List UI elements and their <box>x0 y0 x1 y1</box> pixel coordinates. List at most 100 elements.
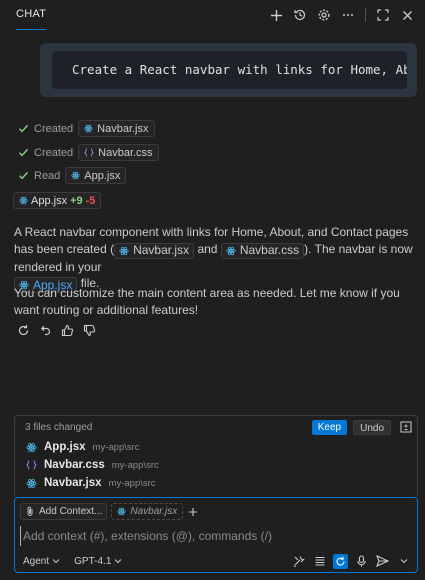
voice-input-button[interactable] <box>354 554 369 569</box>
edited-file-chip[interactable]: App.jsx +9 -5 <box>13 192 102 209</box>
react-icon <box>71 171 80 180</box>
new-chat-button[interactable] <box>266 5 286 25</box>
changed-file-row-app-jsx[interactable]: App.jsx my-app\src <box>15 438 417 456</box>
chevron-down-icon <box>400 559 407 564</box>
react-icon <box>226 246 236 255</box>
thumbs-down-button[interactable] <box>82 323 96 337</box>
close-icon <box>402 10 412 20</box>
inline-file-label: Navbar.jsx <box>133 243 190 258</box>
history-icon <box>294 9 306 21</box>
tools-button[interactable] <box>291 554 306 569</box>
tools-icon <box>293 556 305 567</box>
react-icon <box>84 124 93 133</box>
model-dropdown[interactable]: GPT-4.1 <box>74 556 122 567</box>
changed-file-row-navbar-jsx[interactable]: Navbar.jsx my-app\src <box>15 474 417 492</box>
keep-button[interactable]: Keep <box>311 419 348 435</box>
changed-file-path: my-app\src <box>92 441 140 453</box>
inline-file-chip-navbar-jsx[interactable]: Navbar.jsx <box>114 242 195 259</box>
lines-added: +9 <box>70 194 83 207</box>
paperclip-icon <box>27 506 33 516</box>
context-file-label: Navbar.jsx <box>130 506 178 517</box>
mode-dropdown[interactable]: Agent <box>23 556 60 567</box>
maximize-button[interactable] <box>373 5 393 25</box>
file-chip-navbar-css[interactable]: Navbar.css <box>78 144 159 161</box>
css-braces-icon <box>84 148 95 157</box>
log-verb: Created <box>34 146 74 159</box>
log-verb: Created <box>34 122 74 135</box>
input-tools <box>291 553 411 569</box>
input-toolbar: Agent GPT-4.1 <box>23 553 411 569</box>
log-row-read-app-jsx: Read App.jsx <box>18 167 127 184</box>
thumbs-up-button[interactable] <box>60 323 74 337</box>
changed-file-path: my-app\src <box>111 459 159 471</box>
chat-input-box: Add Context... Navbar.jsx Agent GPT-4.1 <box>14 497 418 573</box>
response-text: and <box>194 241 221 256</box>
log-row-created-navbar-jsx: Created Navbar.jsx <box>18 120 155 137</box>
changed-file-name: Navbar.jsx <box>44 477 102 489</box>
log-row-created-navbar-css: Created Navbar.css <box>18 144 159 161</box>
undo-response-button[interactable] <box>38 323 52 337</box>
chat-header: CHAT <box>0 0 425 30</box>
model-label: GPT-4.1 <box>74 555 112 567</box>
lines-removed: -5 <box>85 194 96 207</box>
file-chip-label: Navbar.jsx <box>97 122 149 135</box>
add-file-button[interactable] <box>187 506 199 518</box>
maximize-icon <box>377 9 389 21</box>
log-verb: Read <box>34 169 61 182</box>
mode-label: Agent <box>23 555 50 567</box>
chat-tab[interactable]: CHAT <box>16 0 47 30</box>
file-chip-label: Navbar.css <box>98 146 153 159</box>
changed-file-row-navbar-css[interactable]: Navbar.css my-app\src <box>15 456 417 474</box>
chevron-down-icon <box>115 559 122 564</box>
check-icon <box>19 171 29 180</box>
undo-button[interactable]: Undo <box>353 419 391 435</box>
add-context-label: Add Context... <box>39 506 103 517</box>
chevron-down-icon <box>52 559 60 564</box>
react-icon <box>19 196 28 205</box>
retry-button[interactable] <box>16 323 30 337</box>
add-context-button[interactable]: Add Context... <box>20 503 108 520</box>
context-row: Add Context... Navbar.jsx <box>20 503 199 520</box>
refresh-icon <box>336 556 345 566</box>
list-button[interactable] <box>312 554 327 569</box>
file-chip-label: App.jsx <box>84 169 121 182</box>
user-message: Create a React navbar with links for Hom… <box>40 43 417 97</box>
file-chip-navbar-jsx[interactable]: Navbar.jsx <box>78 120 155 137</box>
send-icon <box>376 555 389 567</box>
changed-file-name: Navbar.css <box>44 459 105 471</box>
react-icon <box>26 442 37 452</box>
close-button[interactable] <box>397 5 417 25</box>
react-icon <box>26 478 37 488</box>
history-button[interactable] <box>290 5 310 25</box>
response-paragraph-2: You can customize the main content area … <box>14 286 400 317</box>
context-file-chip[interactable]: Navbar.jsx <box>111 503 184 520</box>
edit-summary: App.jsx +9 -5 <box>13 192 102 209</box>
response-actions <box>16 323 96 337</box>
send-button[interactable] <box>375 554 390 569</box>
header-actions <box>266 5 417 25</box>
refresh-toggle[interactable] <box>333 553 348 569</box>
edited-file-name: App.jsx <box>31 194 68 207</box>
user-prompt-text: Create a React navbar with links for Hom… <box>52 51 407 89</box>
thumbs-up-icon <box>61 324 73 336</box>
react-icon <box>119 246 129 255</box>
retry-icon <box>18 324 28 335</box>
more-actions-button[interactable] <box>338 5 358 25</box>
open-diff-button[interactable] <box>399 420 413 434</box>
ellipsis-icon <box>343 14 353 16</box>
settings-button[interactable] <box>314 5 334 25</box>
gear-icon <box>318 9 330 21</box>
css-braces-icon <box>26 460 37 470</box>
chat-input[interactable] <box>20 526 410 546</box>
react-icon <box>117 507 127 516</box>
send-options-dropdown[interactable] <box>396 554 411 569</box>
diff-icon <box>400 421 412 433</box>
file-chip-app-jsx[interactable]: App.jsx <box>65 167 127 184</box>
header-separator <box>365 8 366 22</box>
inline-file-label: Navbar.css <box>239 243 300 258</box>
response-paragraph-1: A React navbar component with links for … <box>14 224 414 293</box>
inline-file-chip-navbar-css[interactable]: Navbar.css <box>220 242 305 259</box>
microphone-icon <box>357 555 366 567</box>
check-icon <box>19 148 29 157</box>
changed-files-header: 3 files changed Keep Undo <box>15 416 417 438</box>
